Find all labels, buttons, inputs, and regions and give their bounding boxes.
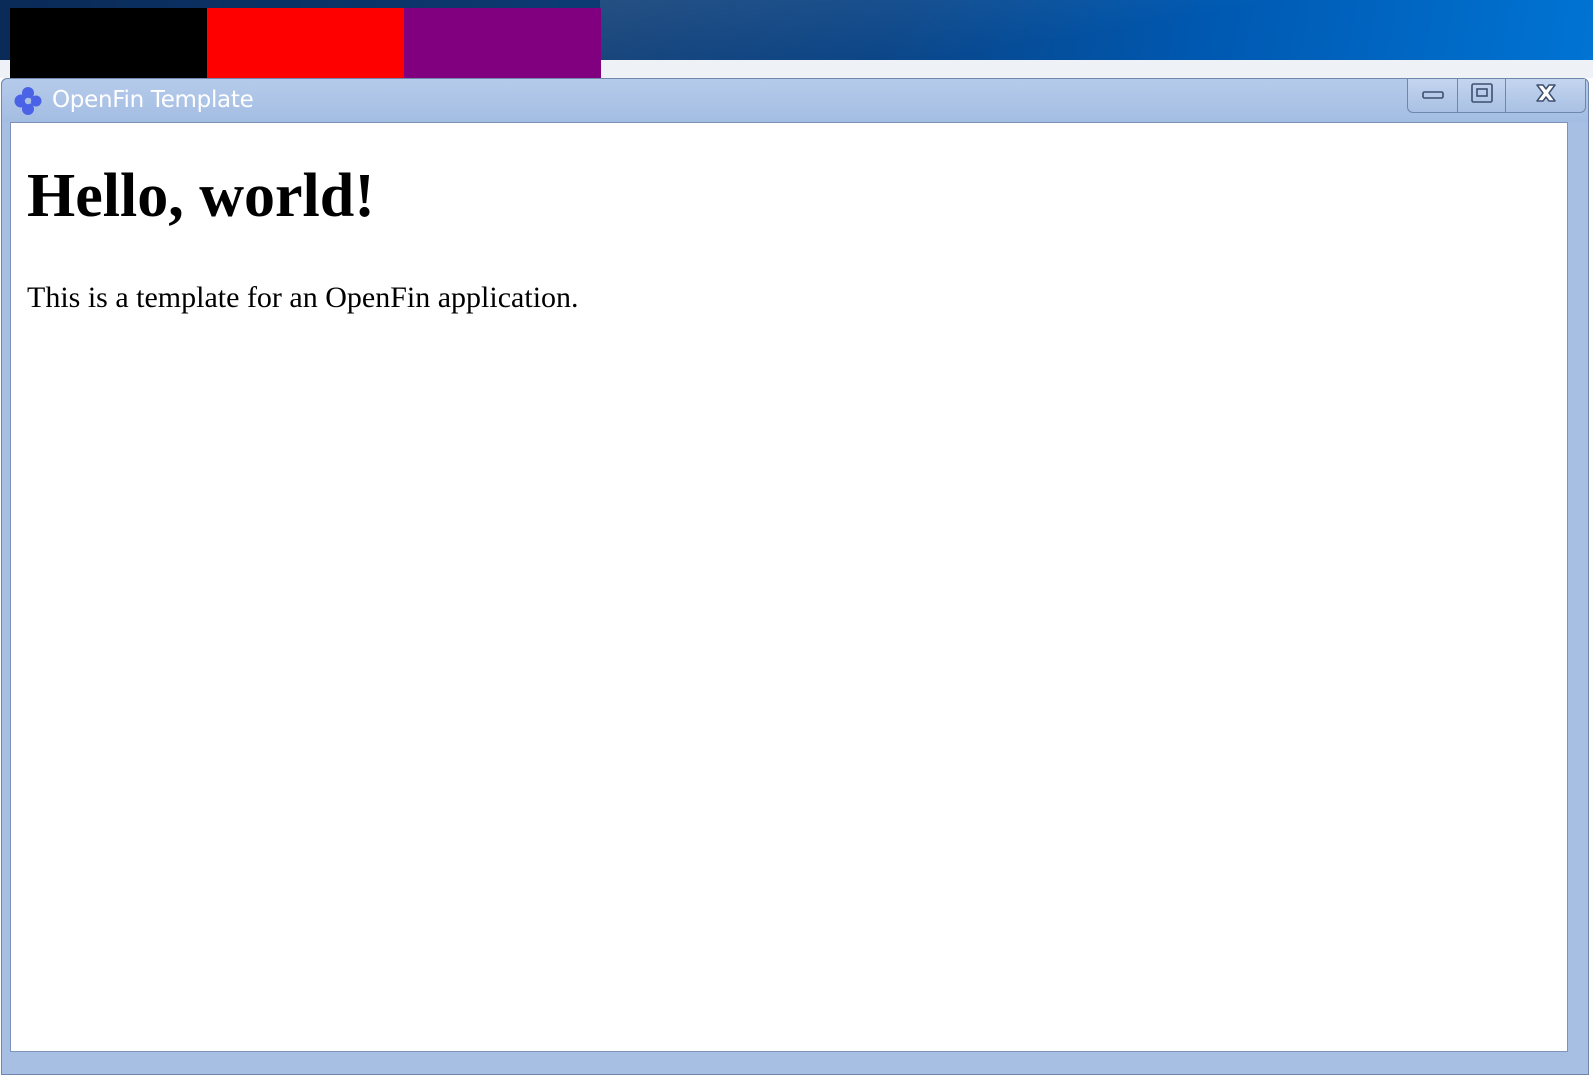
page-description: This is a template for an OpenFin applic…: [27, 281, 579, 314]
title-bar[interactable]: OpenFin Template: [2, 79, 1588, 122]
client-area: Hello, world! This is a template for an …: [10, 122, 1568, 1052]
red-swatch: [207, 8, 404, 78]
close-button[interactable]: [1505, 79, 1585, 112]
black-swatch: [10, 8, 207, 78]
maximize-button[interactable]: [1457, 79, 1505, 112]
openfin-logo-icon: [11, 84, 45, 118]
minimize-button[interactable]: [1408, 79, 1457, 112]
minimize-icon: [1421, 86, 1445, 105]
window-title: OpenFin Template: [52, 87, 254, 113]
page-heading: Hello, world!: [27, 162, 375, 230]
caption-buttons: [1407, 79, 1586, 113]
purple-swatch: [404, 8, 601, 78]
maximize-icon: [1470, 82, 1494, 109]
app-window: OpenFin Template Hello, world! This is a…: [1, 78, 1589, 1075]
close-icon: [1534, 83, 1558, 108]
